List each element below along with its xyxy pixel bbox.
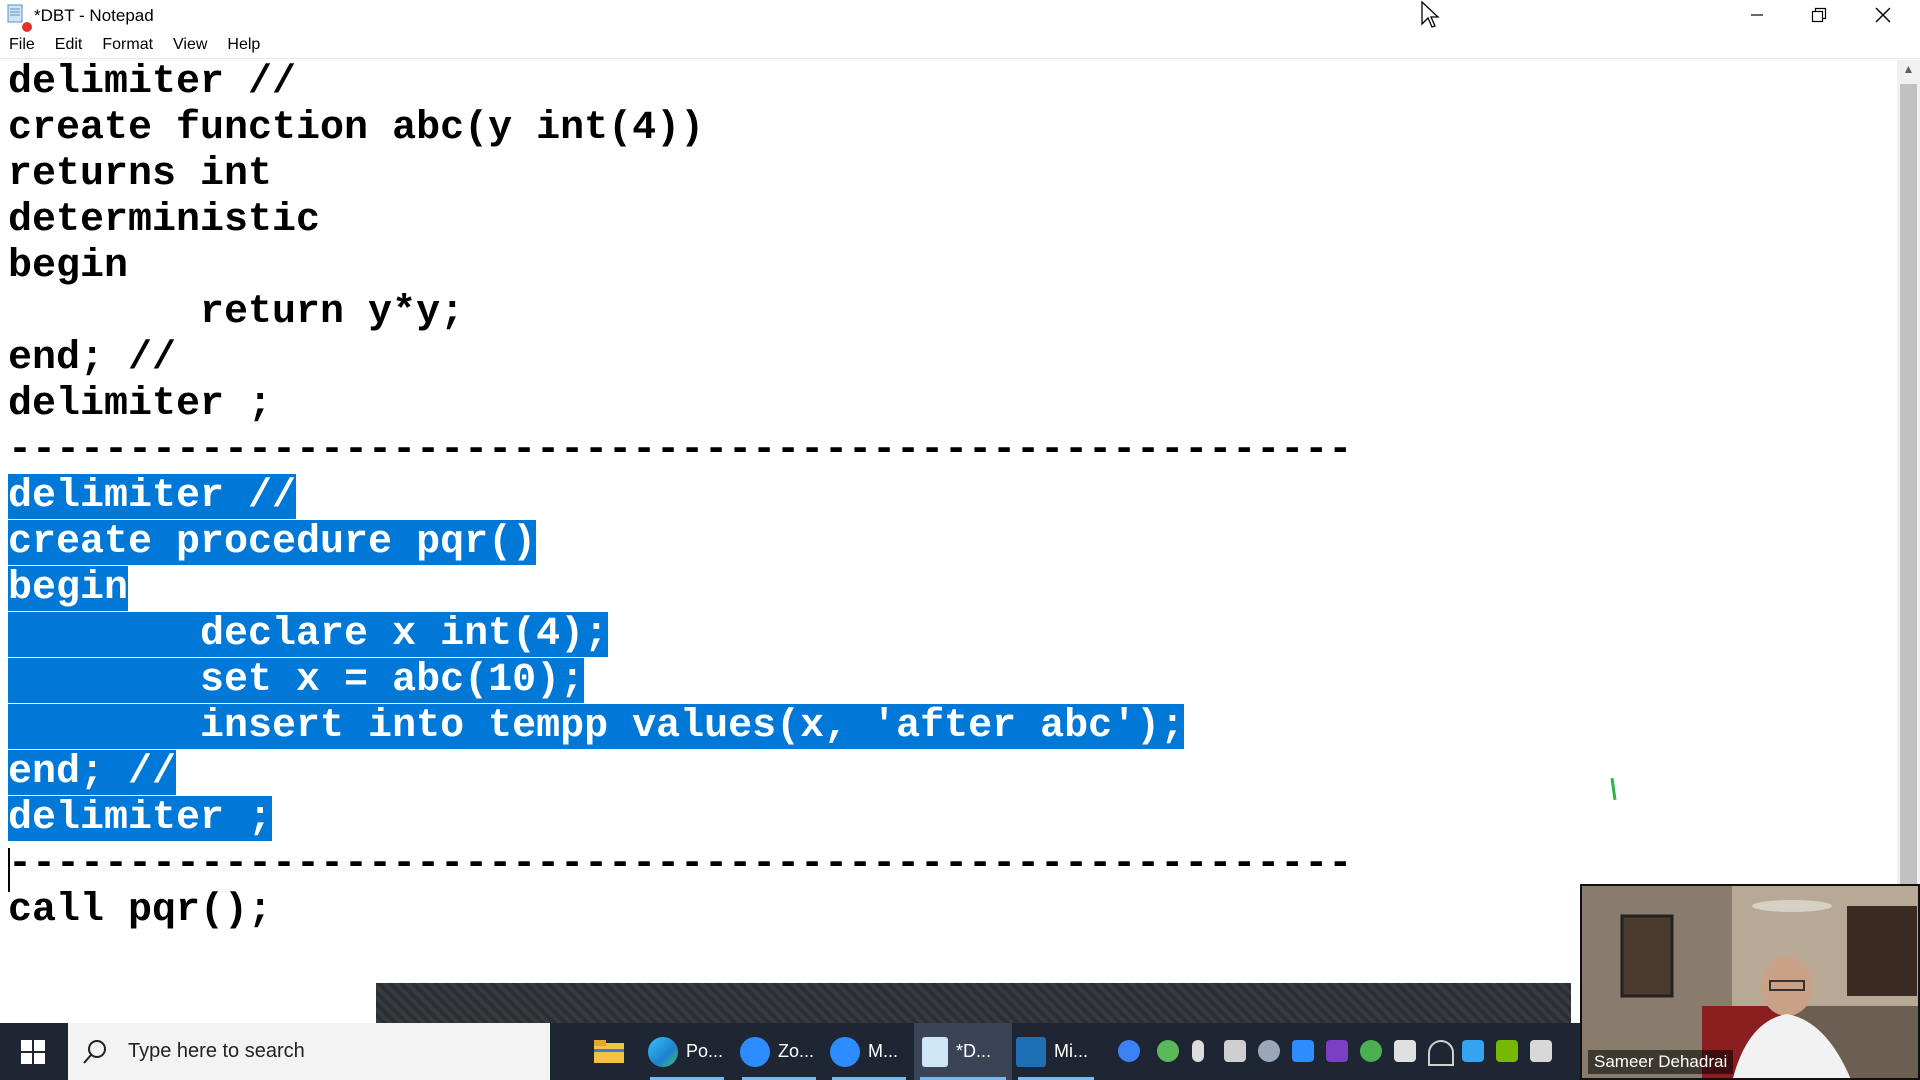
minimize-button[interactable] xyxy=(1726,0,1788,30)
window-title: *DBT - Notepad xyxy=(34,6,154,25)
wifi-icon[interactable] xyxy=(1428,1040,1454,1066)
menu-edit[interactable]: Edit xyxy=(45,36,93,54)
zoom-tray-icon[interactable] xyxy=(1292,1040,1314,1062)
code-line: create function abc(y int(4)) xyxy=(8,106,705,151)
taskbar-zoom-label: Zo... xyxy=(778,1041,815,1061)
recording-dot-icon xyxy=(22,22,32,32)
menu-divider xyxy=(0,58,1920,59)
taskbar-zoom-meeting[interactable]: M... xyxy=(826,1023,912,1080)
code-line: end; // xyxy=(8,336,177,381)
code-line-selected: insert into tempp values(x, 'after abc')… xyxy=(8,704,1185,749)
taskbar-search[interactable]: Type here to search xyxy=(68,1023,550,1080)
start-button[interactable] xyxy=(0,1023,66,1080)
snowflake-icon[interactable] xyxy=(1462,1040,1484,1062)
scroll-up-icon[interactable]: ▲ xyxy=(1900,62,1917,80)
text-editor[interactable]: delimiter // create function abc(y int(4… xyxy=(0,60,1897,984)
code-line: begin xyxy=(8,244,129,289)
menu-file[interactable]: File xyxy=(0,36,45,54)
close-button[interactable] xyxy=(1852,0,1914,30)
restore-icon xyxy=(1811,7,1827,23)
code-line: ----------------------------------------… xyxy=(8,428,1353,473)
steam-icon[interactable] xyxy=(1258,1040,1280,1062)
battery-icon[interactable] xyxy=(1224,1040,1246,1062)
taskbar-file-explorer[interactable] xyxy=(584,1023,634,1080)
menu-help[interactable]: Help xyxy=(217,36,270,54)
nvidia-icon[interactable] xyxy=(1496,1040,1518,1062)
mouse-pointer-icon xyxy=(1420,0,1440,35)
code-line-selected: begin xyxy=(8,566,129,611)
zoom-icon xyxy=(740,1036,770,1067)
help-icon[interactable] xyxy=(1118,1040,1140,1062)
code-line: return y*y; xyxy=(8,290,465,335)
code-line-selected: end; // xyxy=(8,750,177,795)
code-line: ----------------------------------------… xyxy=(8,842,1353,887)
edge-icon xyxy=(648,1036,678,1067)
code-line-selected: delimiter // xyxy=(8,474,297,519)
search-placeholder: Type here to search xyxy=(128,1040,305,1062)
code-line-selected: create procedure pqr() xyxy=(8,520,537,565)
close-icon xyxy=(1875,7,1891,23)
app-tray-icon[interactable] xyxy=(1360,1040,1382,1062)
screen-share-banner-pattern xyxy=(376,983,1571,1023)
zoom-meeting-icon xyxy=(830,1036,860,1067)
minimize-icon xyxy=(1751,14,1763,16)
restore-button[interactable] xyxy=(1788,0,1850,30)
text-caret xyxy=(8,848,10,892)
notepad-icon xyxy=(6,4,35,33)
title-bar: *DBT - Notepad xyxy=(0,0,1920,33)
taskbar-notepad[interactable]: *D... xyxy=(914,1023,1012,1080)
code-line-selected: set x = abc(10); xyxy=(8,658,585,703)
menu-format[interactable]: Format xyxy=(92,36,163,54)
webcam-video: Sameer Dehadrai xyxy=(1580,884,1920,1080)
search-icon xyxy=(83,1039,106,1064)
tablet-icon[interactable] xyxy=(1530,1040,1552,1062)
scrollbar-thumb[interactable] xyxy=(1900,84,1917,884)
code-line-selected: declare x int(4); xyxy=(8,612,609,657)
taskbar-edge[interactable]: Po... xyxy=(644,1023,730,1080)
mysql-workbench-icon xyxy=(1016,1036,1046,1067)
code-line: delimiter // xyxy=(8,60,297,105)
code-line: call pqr(); xyxy=(8,888,273,933)
taskbar-mysql-workbench[interactable]: Mi... xyxy=(1012,1023,1100,1080)
taskbar-notepad-label: *D... xyxy=(956,1041,992,1061)
notepad-icon xyxy=(922,1036,948,1067)
participant-name: Sameer Dehadrai xyxy=(1588,1050,1734,1074)
onenote-icon[interactable] xyxy=(1326,1040,1348,1062)
taskbar-edge-label: Po... xyxy=(686,1041,724,1061)
file-explorer-icon xyxy=(594,1039,624,1063)
menu-view[interactable]: View xyxy=(163,36,217,54)
code-line: returns int xyxy=(8,152,273,197)
security-shield-icon[interactable] xyxy=(1394,1040,1416,1062)
taskbar-zoom[interactable]: Zo... xyxy=(736,1023,822,1080)
code-line: deterministic xyxy=(8,198,321,243)
menu-bar: File Edit Format View Help xyxy=(0,32,1920,58)
check-icon[interactable] xyxy=(1157,1040,1179,1062)
taskbar-zoom-meeting-label: M... xyxy=(868,1041,898,1061)
windows-icon xyxy=(21,1039,45,1064)
code-line-selected: delimiter ; xyxy=(8,796,273,841)
microphone-icon[interactable] xyxy=(1192,1040,1204,1062)
code-line: delimiter ; xyxy=(8,382,273,427)
taskbar-mysql-workbench-label: Mi... xyxy=(1054,1041,1088,1061)
